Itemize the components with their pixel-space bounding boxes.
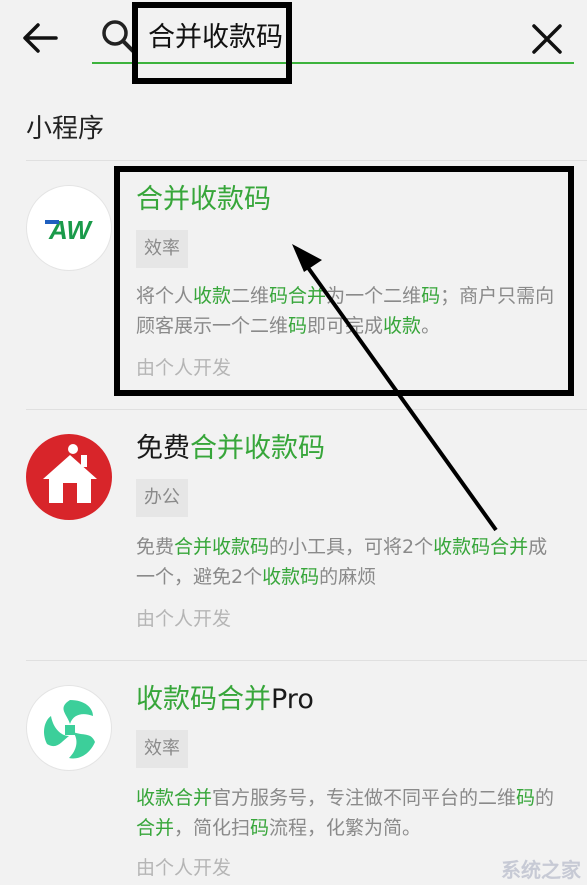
watermark: 系统之家: [501, 858, 581, 882]
annotation-arrow: [292, 244, 498, 532]
